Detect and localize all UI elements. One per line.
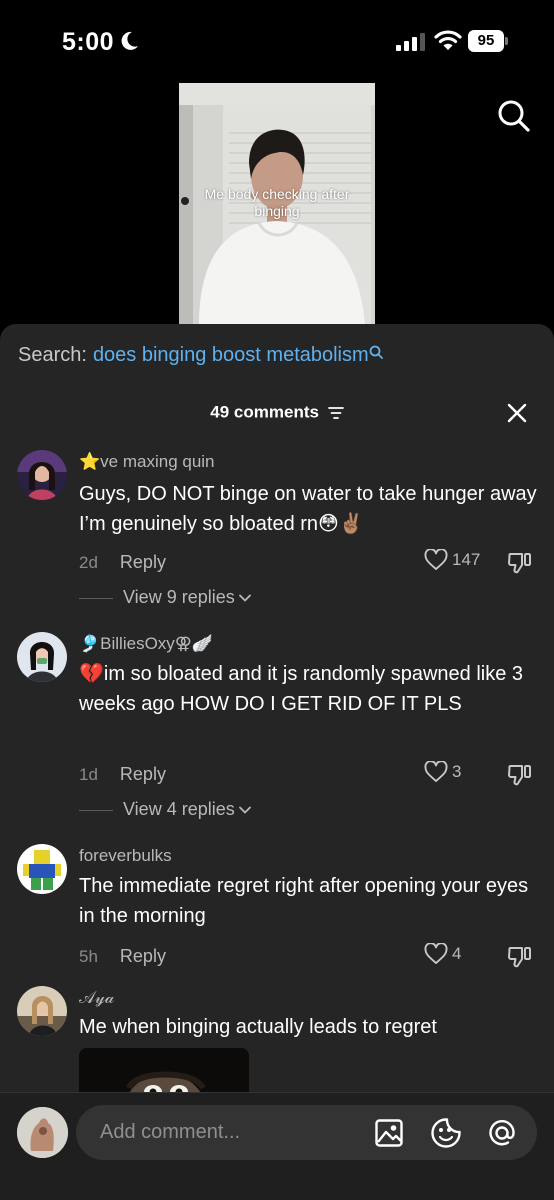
small-search-icon xyxy=(369,345,383,359)
input-divider xyxy=(0,1092,554,1093)
status-time: 5:00 xyxy=(62,28,115,56)
avatar-image xyxy=(17,450,67,500)
avatar[interactable] xyxy=(17,844,67,894)
dislike-icon[interactable] xyxy=(507,761,533,787)
search-icon[interactable] xyxy=(496,98,532,134)
view-replies-button[interactable]: View 9 replies xyxy=(79,587,251,608)
moon-icon xyxy=(121,31,138,50)
reply-button[interactable]: Reply xyxy=(120,552,166,572)
current-user-avatar[interactable] xyxy=(17,1107,68,1158)
reply-button[interactable]: Reply xyxy=(120,764,166,784)
status-bar: 5:00 95 xyxy=(0,0,554,80)
chevron-down-icon xyxy=(238,594,251,603)
comment-input-bar xyxy=(0,1092,554,1200)
heart-icon xyxy=(424,549,448,570)
replies-divider xyxy=(79,809,113,811)
emoji-icon[interactable] xyxy=(430,1117,462,1149)
comments-sheet: Search: does binging boost metabolism 49 … xyxy=(0,324,554,1200)
video-player[interactable]: Me body checking after binging xyxy=(179,83,375,325)
comment-time: 2d xyxy=(79,553,98,572)
view-replies-button[interactable]: View 4 replies xyxy=(79,799,251,820)
avatar[interactable] xyxy=(17,986,67,1036)
like-count: 4 xyxy=(452,944,462,963)
comment-username[interactable]: ⭐ve maxing quin xyxy=(79,452,215,472)
sort-filter-icon[interactable] xyxy=(327,406,344,420)
comment-username[interactable]: 𝒜𝓎𝒶 xyxy=(79,988,114,1008)
mention-at-icon[interactable] xyxy=(486,1117,518,1149)
avatar-image xyxy=(17,632,67,682)
image-icon[interactable] xyxy=(374,1118,404,1148)
heart-icon xyxy=(424,943,448,964)
comment-username[interactable]: 🎐BilliesOxy⚢🪽 xyxy=(79,634,213,654)
battery-level: 95 xyxy=(468,30,504,52)
view-replies-label: View 9 replies xyxy=(123,587,235,607)
comment-text: 💔im so bloated and it js randomly spawne… xyxy=(79,663,524,715)
comment-text: The immediate regret right after opening… xyxy=(79,875,529,927)
comment-text: Guys, DO NOT binge on water to take hung… xyxy=(79,483,537,535)
avatar-image xyxy=(17,1107,68,1158)
like-button[interactable]: 4 xyxy=(424,943,461,965)
avatar[interactable] xyxy=(17,450,67,500)
dislike-icon[interactable] xyxy=(507,943,533,969)
comment-input[interactable] xyxy=(100,1105,360,1160)
like-button[interactable]: 3 xyxy=(424,761,461,783)
comments-count: 49 comments xyxy=(210,402,319,422)
avatar-image xyxy=(17,844,67,894)
comment-input-container xyxy=(76,1105,537,1160)
comment-text: Me when binging actually leads to regret xyxy=(79,1016,437,1038)
reply-button[interactable]: Reply xyxy=(120,946,166,966)
battery-indicator: 95 xyxy=(468,30,510,52)
heart-icon xyxy=(424,761,448,782)
comment-meta: 1d Reply xyxy=(79,764,166,785)
like-count: 3 xyxy=(452,762,462,781)
avatar-image xyxy=(17,986,67,1036)
comments-header[interactable]: 49 comments xyxy=(0,402,554,423)
view-replies-label: View 4 replies xyxy=(123,799,235,819)
comment-meta: 2d Reply xyxy=(79,552,166,573)
search-prefix: Search: xyxy=(18,344,87,366)
wifi-icon xyxy=(434,30,462,50)
avatar[interactable] xyxy=(17,632,67,682)
chevron-down-icon xyxy=(238,806,251,815)
related-search[interactable]: Search: does binging boost metabolism xyxy=(18,344,383,367)
dislike-icon[interactable] xyxy=(507,549,533,575)
like-button[interactable]: 147 xyxy=(424,549,480,571)
search-query-link[interactable]: does binging boost metabolism xyxy=(93,344,369,366)
replies-divider xyxy=(79,597,113,599)
close-icon[interactable] xyxy=(506,402,528,424)
cellular-signal-icon xyxy=(396,33,425,51)
like-count: 147 xyxy=(452,550,481,569)
battery-tip xyxy=(505,37,508,45)
comment-time: 5h xyxy=(79,947,98,966)
video-caption: Me body checking after binging xyxy=(204,186,350,219)
comment-username[interactable]: foreverbulks xyxy=(79,846,172,866)
comment-time: 1d xyxy=(79,765,98,784)
comment-meta: 5h Reply xyxy=(79,946,166,967)
